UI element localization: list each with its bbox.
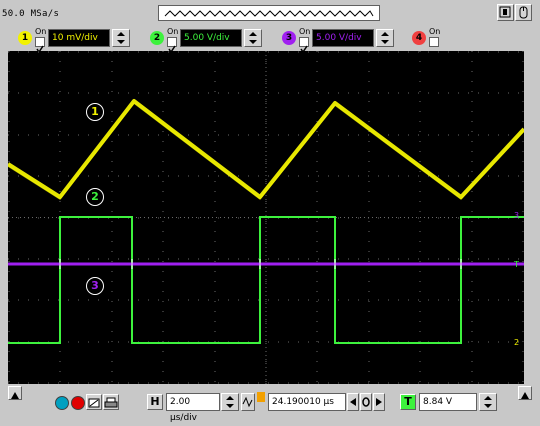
scroll-up-right-button[interactable] xyxy=(518,386,532,400)
trigger-level-field[interactable]: 8.84 V xyxy=(419,393,477,411)
arrow-right-icon xyxy=(376,398,382,406)
channel-4-badge[interactable]: 4 xyxy=(412,31,426,45)
trigger-level-spinner[interactable] xyxy=(479,393,497,411)
channel-2-on-label: On xyxy=(167,27,179,36)
print-button[interactable] xyxy=(103,394,119,410)
channel-4-on-checkbox[interactable] xyxy=(429,37,439,47)
delay-mode-icon xyxy=(242,396,253,408)
ch2-ground-marker[interactable]: 2 xyxy=(514,338,519,347)
top-bar: 50.0 MSa/s xyxy=(0,0,540,24)
channel-1-on-label: On xyxy=(35,27,47,36)
window-layout-icon xyxy=(499,6,511,18)
channel-3-scale-spinner[interactable] xyxy=(376,29,394,47)
acquisition-status-bar xyxy=(158,5,380,21)
run-icon[interactable] xyxy=(55,396,69,410)
printer-icon xyxy=(104,397,118,408)
channel-1-badge[interactable]: 1 xyxy=(18,31,32,45)
sample-rate-readout: 50.0 MSa/s xyxy=(2,9,60,19)
trigger-icon[interactable]: T xyxy=(400,394,416,410)
channel-1-scale-spinner[interactable] xyxy=(112,29,130,47)
spinner-arrows-icon xyxy=(117,32,125,44)
delay-mode-button[interactable] xyxy=(241,393,255,411)
channel-3-badge[interactable]: 3 xyxy=(282,31,296,45)
channel-2-on-checkbox[interactable] xyxy=(167,37,177,54)
spinner-arrows-icon xyxy=(484,396,492,408)
delay-reference-icon xyxy=(257,392,265,402)
channel-1-on-checkbox[interactable] xyxy=(35,37,45,54)
spinner-arrows-icon xyxy=(381,32,389,44)
time-per-div-spinner[interactable] xyxy=(221,393,239,411)
ch2-trace-label: 2 xyxy=(86,188,104,206)
trigger-level-marker[interactable]: T xyxy=(514,260,519,269)
spinner-arrows-icon xyxy=(226,396,234,408)
acquisition-waveform-icon xyxy=(164,10,374,17)
mouse-icon xyxy=(519,6,528,19)
waveform-canvas xyxy=(6,51,526,384)
clear-display-icon xyxy=(88,398,100,408)
channel-2-scale-field[interactable]: 5.00 V/div xyxy=(180,29,242,47)
stop-icon[interactable] xyxy=(71,396,85,410)
channel-3-scale-field[interactable]: 5.00 V/div xyxy=(312,29,374,47)
channel-4-on-label: On xyxy=(429,27,441,36)
channel-2-badge[interactable]: 2 xyxy=(150,31,164,45)
ch1-trace-label: 1 xyxy=(86,103,104,121)
channel-controls-row: 1 On 10 mV/div 2 On 5.00 V/div 3 On 5.00… xyxy=(0,24,540,54)
channel-2-scale-spinner[interactable] xyxy=(244,29,262,47)
arrow-left-icon xyxy=(350,398,356,406)
arrow-up-icon xyxy=(11,392,19,399)
window-layout-button[interactable] xyxy=(497,4,514,21)
spinner-arrows-icon xyxy=(249,32,257,44)
zero-icon xyxy=(362,397,370,407)
delay-field[interactable]: 24.190010 µs xyxy=(268,393,346,411)
ch3-ground-marker[interactable]: 3 xyxy=(514,211,519,220)
clear-button[interactable] xyxy=(86,394,102,410)
channel-3-on-label: On xyxy=(299,27,311,36)
delay-zero-button[interactable] xyxy=(360,393,372,411)
bottom-control-bar: H 2.00 µs/div 24.190010 µs T 8.84 V xyxy=(0,386,540,423)
time-per-div-field[interactable]: 2.00 µs/div xyxy=(166,393,220,423)
delay-right-button[interactable] xyxy=(373,393,385,411)
ch3-trace-label: 3 xyxy=(86,277,104,295)
delay-left-button[interactable] xyxy=(347,393,359,411)
channel-3-on-checkbox[interactable] xyxy=(299,37,309,54)
mouse-button[interactable] xyxy=(515,4,532,21)
arrow-up-icon xyxy=(521,392,529,399)
scroll-up-button[interactable] xyxy=(8,386,22,400)
waveform-display[interactable]: 1 2 3 3 T 2 xyxy=(6,51,526,384)
channel-1-scale-field[interactable]: 10 mV/div xyxy=(48,29,110,47)
horizontal-icon[interactable]: H xyxy=(147,394,163,410)
